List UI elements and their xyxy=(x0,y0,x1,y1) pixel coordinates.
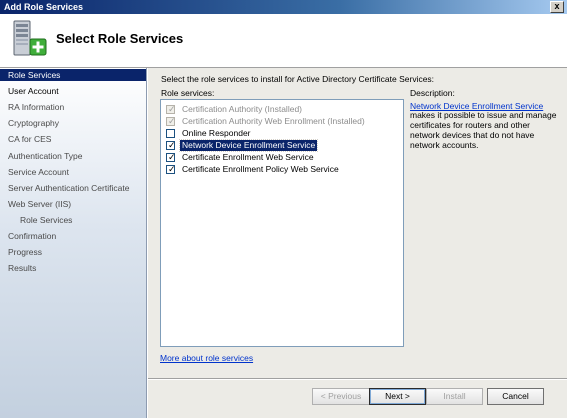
close-button[interactable]: x xyxy=(550,1,564,13)
role-label[interactable]: Online Responder xyxy=(180,128,253,139)
list-item[interactable]: ✓ Network Device Enrollment Service xyxy=(166,138,319,152)
checkbox-certificate-enrollment-web-service[interactable]: ✓ xyxy=(166,152,176,162)
sidebar-item-web-server-iis: Web Server (IIS) xyxy=(8,199,72,209)
install-button[interactable]: Install xyxy=(426,388,483,405)
page-title: Select Role Services xyxy=(56,31,184,46)
checkbox-online-responder[interactable] xyxy=(166,128,175,138)
sidebar-item-service-account: Service Account xyxy=(8,167,69,177)
sidebar-item-authentication-type: Authentication Type xyxy=(8,151,83,161)
role-label[interactable]: Network Device Enrollment Service xyxy=(178,138,319,152)
sidebar-item-progress: Progress xyxy=(8,247,43,257)
description-text: makes it possible to issue and manage ce… xyxy=(410,110,557,150)
cancel-button[interactable]: Cancel xyxy=(487,388,544,405)
sidebar-item-iis-role-services: Role Services xyxy=(20,215,73,225)
sidebar-item-server-authentication-certificate: Server Authentication Certificate xyxy=(8,183,130,193)
sidebar-item-cryptography: Cryptography xyxy=(8,118,60,128)
intro-text: Select the role services to install for … xyxy=(161,74,435,84)
list-item: ✓ Certification Authority (Installed) xyxy=(166,103,304,115)
role-services-list[interactable]: ✓ Certification Authority (Installed) ✓ … xyxy=(160,99,404,347)
main-panel: Select the role services to install for … xyxy=(148,68,567,378)
more-about-role-services-link[interactable]: More about role services xyxy=(160,353,253,363)
role-label: Certification Authority (Installed) xyxy=(182,103,302,114)
role-label[interactable]: Certificate Enrollment Web Service xyxy=(180,152,316,163)
window-title: Add Role Services xyxy=(4,2,84,12)
checkbox-certificate-enrollment-policy-web-service[interactable]: ✓ xyxy=(166,164,176,174)
previous-button[interactable]: < Previous xyxy=(312,388,370,405)
sidebar-item-confirmation: Confirmation xyxy=(8,231,57,241)
sidebar-item-role-services[interactable]: Role Services xyxy=(0,69,146,81)
wizard-sidebar: Role Services User Account RA Informatio… xyxy=(0,68,147,418)
title-bar: Add Role Services x xyxy=(0,0,567,14)
role-services-label: Role services: xyxy=(161,88,215,98)
list-item[interactable]: ✓ Certificate Enrollment Web Service xyxy=(166,151,316,163)
wizard-footer: < Previous Next > Install Cancel xyxy=(148,380,567,418)
role-label: Certification Authority Web Enrollment (… xyxy=(182,115,365,126)
sidebar-item-results: Results xyxy=(8,263,37,273)
checkbox-network-device-enrollment[interactable]: ✓ xyxy=(166,140,176,150)
server-add-icon xyxy=(8,19,48,59)
role-label[interactable]: Certificate Enrollment Policy Web Servic… xyxy=(180,164,341,175)
sidebar-item-ra-information: RA Information xyxy=(8,102,65,112)
sidebar-item-ca-for-ces: CA for CES xyxy=(8,134,52,144)
next-button[interactable]: Next > xyxy=(369,388,426,405)
checkbox-certification-authority: ✓ xyxy=(166,103,176,114)
checkbox-ca-web-enrollment: ✓ xyxy=(166,115,176,126)
description-label: Description: xyxy=(410,88,455,98)
list-item[interactable]: ✓ Certificate Enrollment Policy Web Serv… xyxy=(166,163,341,175)
list-item: ✓ Certification Authority Web Enrollment… xyxy=(166,115,367,127)
list-item[interactable]: Online Responder xyxy=(166,127,253,139)
sidebar-item-user-account[interactable]: User Account xyxy=(0,85,146,97)
wizard-header: Select Role Services xyxy=(0,14,567,68)
